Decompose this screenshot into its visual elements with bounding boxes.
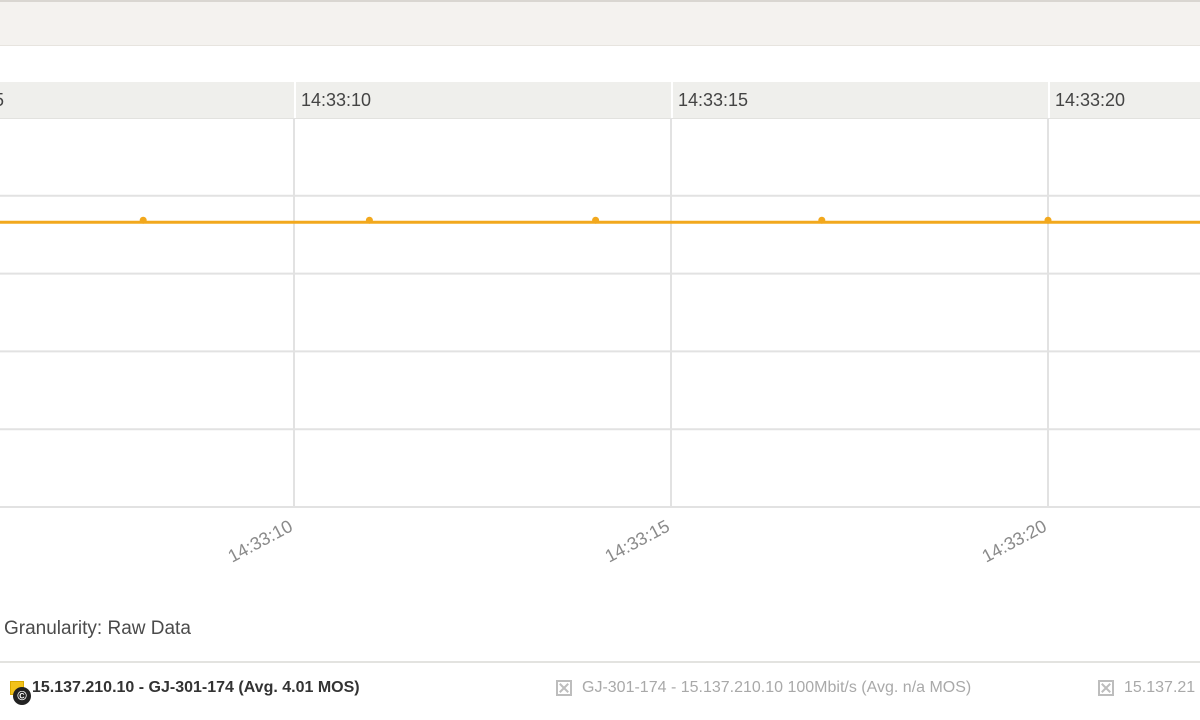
x-tick-label: 14:33:15 [602,516,673,567]
series-point [365,216,373,224]
x-axis-ticks: 14:33:10 14:33:15 14:33:20 [225,516,1050,567]
mos-line-chart[interactable]: 14:33:10 14:33:15 14:33:20 [0,0,1200,600]
legend-item-series-3[interactable]: 15.137.21 [1098,679,1195,697]
legend-item-series-2[interactable]: GJ-301-174 - 15.137.210.10 100Mbit/s (Av… [556,679,971,697]
chart-legend: 15.137.210.10 - GJ-301-174 (Avg. 4.01 MO… [0,661,1200,720]
copyright-icon: © [13,687,31,705]
chart-series [0,216,1200,224]
legend-checkbox-unchecked-icon[interactable] [1098,680,1114,696]
legend-label: 15.137.21 [1124,679,1196,696]
chart-grid [0,118,1200,508]
granularity-label: Granularity: Raw Data [4,618,191,639]
series-point [1044,216,1052,224]
legend-checkbox-unchecked-icon[interactable] [556,680,572,696]
legend-item-series-1[interactable]: 15.137.210.10 - GJ-301-174 (Avg. 4.01 MO… [10,679,360,697]
legend-label: GJ-301-174 - 15.137.210.10 100Mbit/s (Av… [582,679,972,696]
x-tick-label: 14:33:10 [225,516,296,567]
series-point [139,216,147,224]
x-tick-label: 14:33:20 [979,516,1050,567]
legend-label: 15.137.210.10 - GJ-301-174 (Avg. 4.01 MO… [32,679,360,696]
series-point [592,216,600,224]
series-point [818,216,826,224]
